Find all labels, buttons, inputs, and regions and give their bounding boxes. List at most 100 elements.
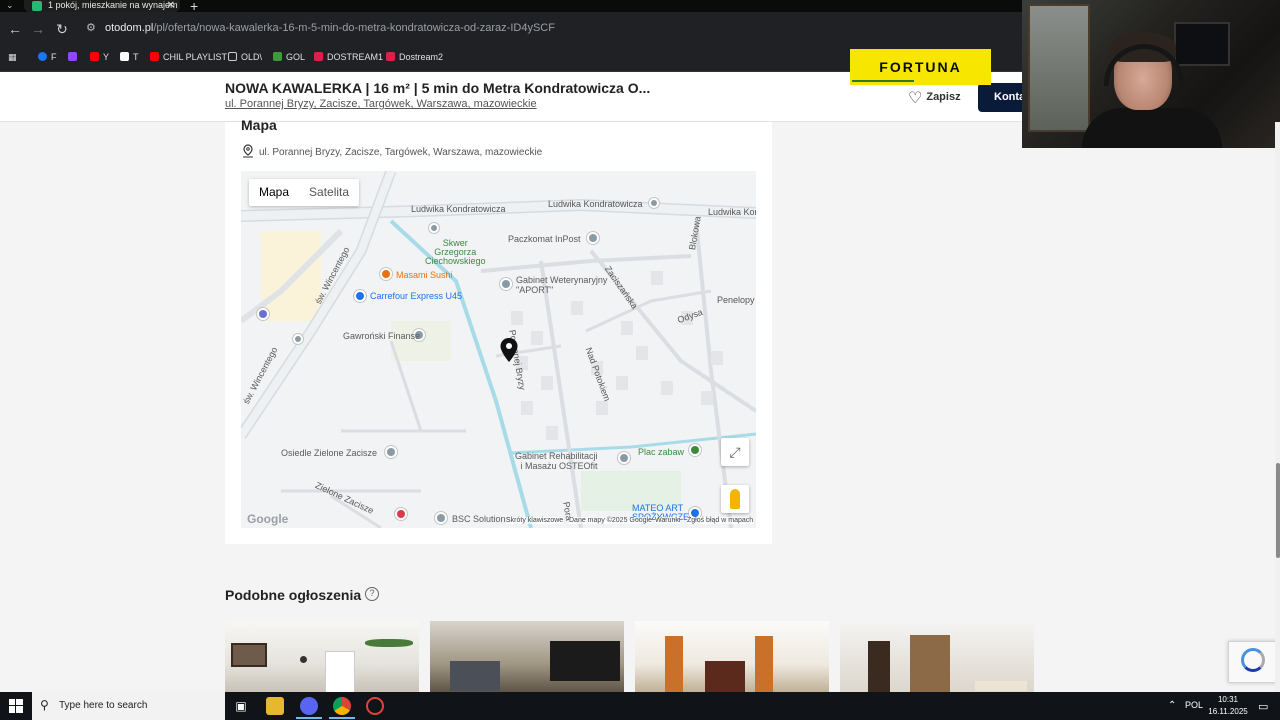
heart-icon: ♡ — [908, 90, 923, 107]
similar-listings-heading: Podobne ogłoszenia — [225, 587, 362, 603]
pharmacy-poi-icon[interactable] — [395, 508, 407, 520]
url-text[interactable]: otodom.pl/pl/oferta/nowa-kawalerka-16-m-… — [105, 22, 555, 34]
listing-address-link[interactable]: ul. Porannej Bryzy, Zacisze, Targówek, W… — [225, 98, 537, 110]
taskbar-search[interactable]: ⚲ Type here to search — [32, 692, 225, 720]
bookmark-old[interactable]: OLD\ — [228, 52, 262, 62]
windows-taskbar: ⚲ Type here to search ▣ ⌃ POL 10:31 16.1… — [0, 692, 1280, 720]
bookmark-x[interactable]: T — [120, 52, 139, 62]
chrome-icon[interactable] — [333, 697, 351, 715]
tab-satellite[interactable]: Satelita — [299, 179, 359, 206]
google-logo[interactable]: Google — [247, 512, 288, 526]
parcel-locker-poi-icon[interactable] — [587, 232, 599, 244]
tab-list-icon[interactable]: ⌄ — [6, 0, 14, 11]
task-view-icon[interactable]: ▣ — [232, 697, 250, 715]
scrollbar-thumb[interactable] — [1276, 463, 1280, 558]
close-tab-icon[interactable]: ✕ — [167, 0, 175, 11]
keyboard-shortcuts-link[interactable]: Skróty klawiszowe — [506, 517, 564, 524]
taskbar-search-placeholder: Type here to search — [59, 700, 148, 711]
map-road-label: Ludwika Kondratowicza — [548, 199, 643, 209]
bookmark-dostream1[interactable]: DOSTREAM1 — [314, 52, 383, 62]
playground-poi-icon[interactable] — [689, 444, 701, 456]
office-poi-icon[interactable] — [435, 512, 447, 524]
map-poi-label[interactable]: Gabinet Rehabilitacji i Masażu OSTEOfit — [515, 451, 598, 471]
apps-icon[interactable]: ▦ — [8, 52, 17, 63]
webcam-monitor-background — [1174, 22, 1230, 66]
otodom-favicon-icon — [32, 1, 42, 11]
bookmark-facebook[interactable]: F — [38, 52, 57, 62]
bookmark-youtube[interactable]: Y — [90, 52, 109, 62]
map-poi-label[interactable]: BSC Solutions — [452, 514, 510, 524]
taskbar-clock[interactable]: 10:31 16.11.2025 — [1206, 694, 1250, 718]
map-poi-label[interactable]: Masami Sushi — [396, 270, 453, 280]
help-icon[interactable]: ? — [365, 587, 379, 601]
restaurant-poi-icon[interactable] — [380, 268, 392, 280]
obs-icon[interactable] — [366, 697, 384, 715]
google-map[interactable]: Mapa Satelita Ludwika Kondratowicza Ludw… — [241, 171, 756, 528]
map-heading: Mapa — [241, 117, 277, 133]
bookmark-twitch[interactable] — [68, 52, 81, 62]
map-poi-label[interactable]: Plac zabaw — [638, 447, 684, 457]
fullscreen-icon[interactable]: ⤢ — [721, 438, 749, 466]
map-road-label: Penelopy — [717, 295, 755, 305]
input-language[interactable]: POL — [1185, 700, 1203, 710]
tray-chevron-icon[interactable]: ⌃ — [1168, 700, 1176, 711]
map-poi-label[interactable]: Paczkomat InPost — [508, 234, 581, 244]
map-type-tabs: Mapa Satelita — [249, 179, 360, 206]
tab-map[interactable]: Mapa — [249, 179, 299, 206]
clock-time: 10:31 — [1217, 695, 1239, 704]
file-explorer-icon[interactable] — [266, 697, 284, 715]
discord-icon[interactable] — [300, 697, 318, 715]
map-poi-label[interactable]: Osiedle Zielone Zacisze — [281, 448, 377, 458]
listing-title: NOWA KAWALERKA | 16 m² | 5 min do Metra … — [225, 80, 651, 96]
bookmark-chil-playlist[interactable]: CHIL PLAYLIST — [150, 52, 227, 62]
tab-title: 1 pokój, mieszkanie na wynajem — [48, 0, 178, 10]
bus-stop-icon[interactable] — [429, 223, 439, 233]
search-icon: ⚲ — [40, 698, 49, 712]
recaptcha-badge[interactable] — [1228, 641, 1280, 683]
notifications-icon[interactable]: ▭ — [1258, 700, 1268, 713]
page-scrollbar[interactable] — [1275, 122, 1280, 692]
report-error-link[interactable]: Zgłoś błąd w mapach — [687, 517, 754, 524]
location-pin-icon — [243, 144, 253, 158]
bookmark-gol[interactable]: GOL — [273, 52, 305, 62]
bus-stop-icon[interactable] — [649, 198, 659, 208]
webcam-window-background — [1028, 4, 1090, 132]
map-poi-label[interactable]: Gawroński Finanse — [343, 331, 420, 341]
map-data-attribution: Dane mapy ©2025 Google — [569, 517, 652, 524]
back-icon[interactable]: ← — [6, 20, 24, 38]
active-app-indicator — [329, 717, 355, 719]
similar-listing-thumbnail[interactable] — [225, 621, 419, 693]
listing-location-marker-icon[interactable] — [499, 337, 519, 363]
similar-listing-thumbnail[interactable] — [840, 621, 1034, 693]
ad-underline — [852, 80, 914, 82]
transit-poi-icon[interactable] — [257, 308, 269, 320]
forward-icon[interactable]: → — [29, 20, 47, 38]
map-road-label: Ludwika Kondratowicza — [411, 204, 506, 214]
webcam-overlay — [1022, 0, 1280, 148]
pegman-icon — [730, 489, 740, 509]
map-poi-label[interactable]: Carrefour Express U45 — [370, 291, 462, 301]
reload-icon[interactable]: ↻ — [53, 20, 71, 38]
map-road-label: Ludwika Kondratowicza — [708, 207, 756, 217]
webcam-person-body — [1082, 108, 1222, 148]
map-location: ul. Porannej Bryzy, Zacisze, Targówek, W… — [242, 144, 542, 158]
similar-listing-thumbnail[interactable] — [635, 621, 829, 693]
map-poi-label[interactable]: Gabinet Weterynaryjny "APORT" — [516, 275, 607, 295]
similar-listing-thumbnail[interactable] — [430, 621, 624, 693]
vet-poi-icon[interactable] — [500, 278, 512, 290]
street-view-button[interactable] — [721, 485, 749, 513]
url-field[interactable]: ⚙ otodom.pl/pl/oferta/nowa-kawalerka-16-… — [78, 17, 1078, 40]
browser-tab[interactable]: 1 pokój, mieszkanie na wynajem ✕ — [24, 0, 180, 12]
estate-poi-icon[interactable] — [385, 446, 397, 458]
windows-start-icon[interactable] — [9, 699, 23, 713]
bookmark-dostream2[interactable]: Dostream2 — [386, 52, 443, 62]
shop-poi-icon[interactable] — [354, 290, 366, 302]
site-info-icon[interactable]: ⚙ — [86, 21, 98, 35]
map-park-label: Skwer Grzegorza Ciechowskiego — [425, 238, 486, 266]
bus-stop-icon[interactable] — [293, 334, 303, 344]
clock-date: 16.11.2025 — [1208, 707, 1248, 716]
map-card: Mapa ul. Porannej Bryzy, Zacisze, Targów… — [225, 117, 772, 544]
terms-link[interactable]: Warunki — [655, 517, 681, 524]
clinic-poi-icon[interactable] — [618, 452, 630, 464]
save-listing-button[interactable]: ♡ Zapisz — [908, 88, 961, 108]
